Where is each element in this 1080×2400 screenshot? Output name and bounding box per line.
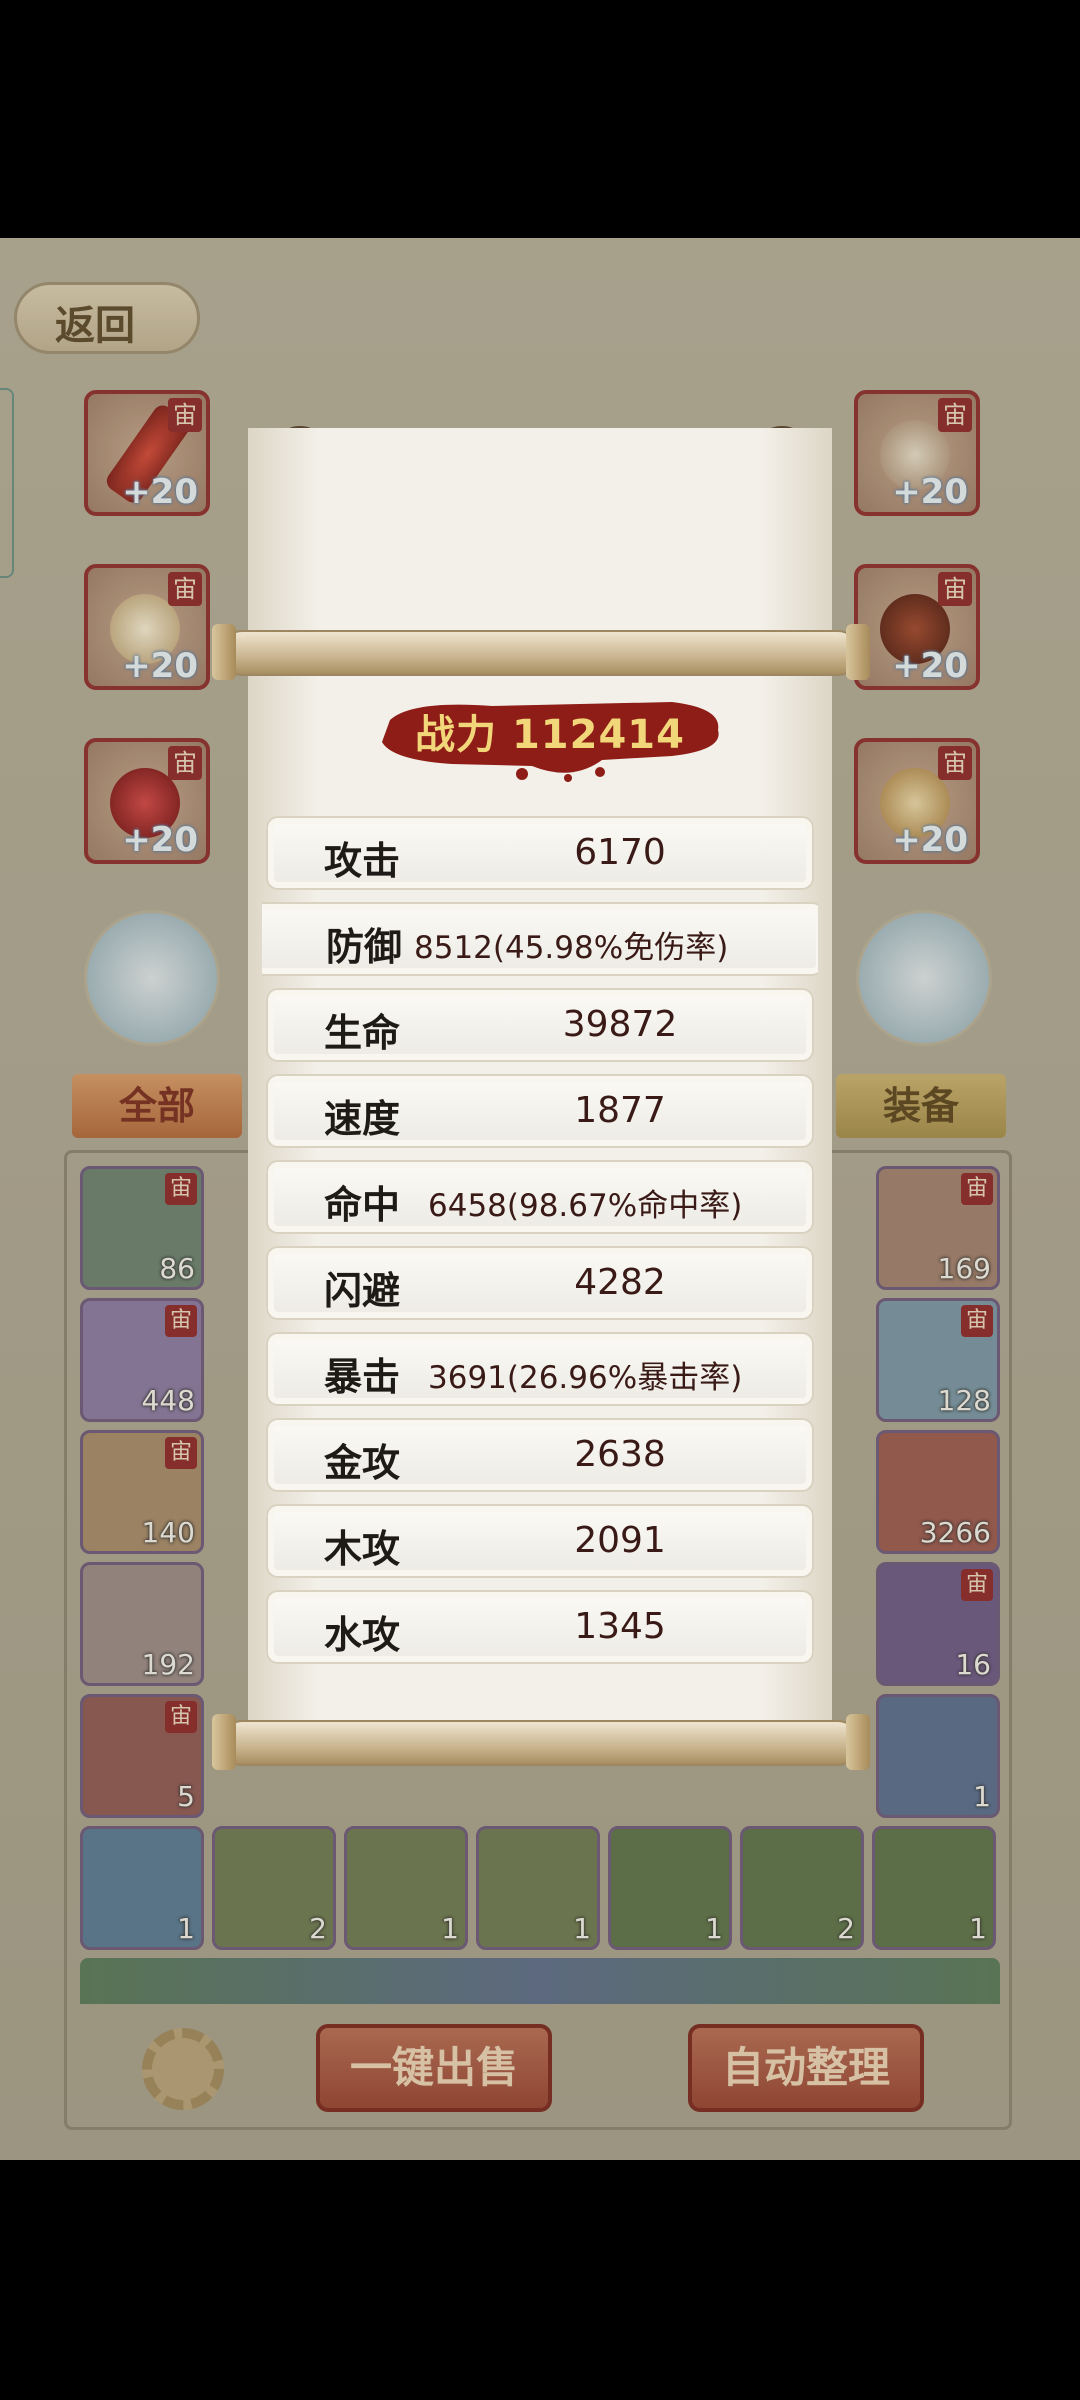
- stat-row: 木攻 2091: [266, 1504, 814, 1578]
- stat-row: 速度 1877: [266, 1074, 814, 1148]
- stat-label: 速度: [324, 1096, 401, 1141]
- stat-label: 暴击: [324, 1354, 401, 1399]
- stat-value: 39872: [562, 1004, 678, 1045]
- stat-value: 4282: [574, 1262, 666, 1303]
- stat-row: 攻击 6170: [266, 816, 814, 890]
- stat-value: 1877: [574, 1090, 666, 1131]
- stat-row: 防御 8512(45.98%免伤率): [262, 902, 818, 976]
- stat-row: 暴击 3691(26.96%暴击率): [266, 1332, 814, 1406]
- stat-label: 命中: [324, 1182, 401, 1227]
- stat-value: 3691(26.96%暴击率): [428, 1360, 743, 1396]
- stat-value: 6170: [574, 832, 666, 873]
- power-banner: 战力 112414: [372, 690, 728, 782]
- stat-label: 闪避: [324, 1268, 401, 1313]
- power-value: 战力 112414: [415, 712, 685, 758]
- stat-label: 防御: [326, 924, 403, 969]
- scroll-rod-end: [846, 1714, 870, 1770]
- stat-label: 生命: [324, 1010, 401, 1055]
- stats-list[interactable]: 攻击 6170 防御 8512(45.98%免伤率) 生命 39872 速度 1877 …: [262, 816, 818, 1896]
- stat-row: 金攻 2638: [266, 1418, 814, 1492]
- scroll-rod-top: [222, 630, 858, 676]
- stat-value: 6458(98.67%命中率): [428, 1188, 743, 1224]
- list-clip-edge: [262, 1648, 818, 1650]
- stat-value: 2638: [574, 1434, 666, 1475]
- stat-row: 生命 39872: [266, 988, 814, 1062]
- stat-label: 水攻: [324, 1612, 401, 1657]
- stat-value: 8512(45.98%免伤率): [414, 930, 729, 966]
- scroll-rod-end: [212, 624, 236, 680]
- stat-label: 金攻: [324, 1440, 401, 1485]
- stat-value: 1345: [574, 1606, 666, 1647]
- scroll-rod-end: [212, 1714, 236, 1770]
- stat-row: 命中 6458(98.67%命中率): [266, 1160, 814, 1234]
- stat-label: 木攻: [324, 1526, 401, 1571]
- stat-label: 攻击: [324, 838, 401, 883]
- stat-row: 水攻 1345: [266, 1590, 814, 1664]
- scroll-rod-end: [846, 624, 870, 680]
- stat-row: 闪避 4282: [266, 1246, 814, 1320]
- stat-value: 2091: [574, 1520, 666, 1561]
